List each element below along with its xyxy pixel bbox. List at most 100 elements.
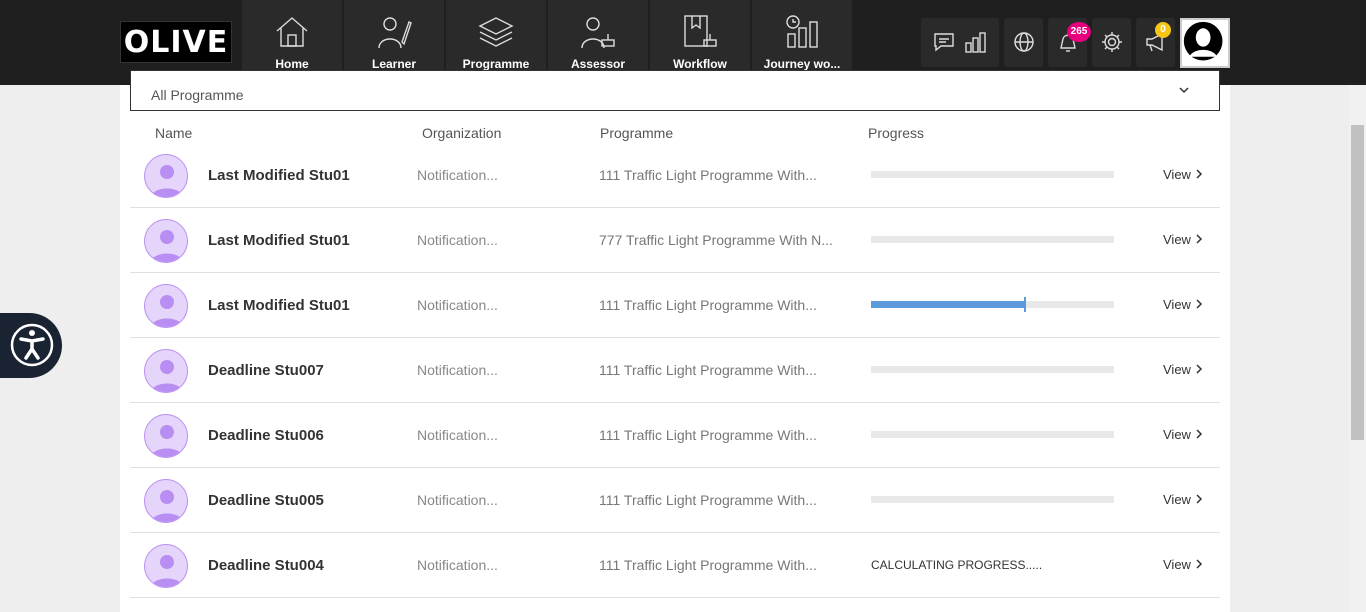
person-icon bbox=[150, 555, 184, 587]
nav-workflow-label: Workflow bbox=[673, 57, 727, 71]
learner-organization: Notification... bbox=[417, 362, 498, 378]
view-label: View bbox=[1163, 557, 1191, 572]
progress-bar bbox=[871, 496, 1114, 503]
chevron-right-icon bbox=[1196, 234, 1202, 244]
person-icon bbox=[150, 425, 184, 457]
view-button[interactable]: View bbox=[1163, 167, 1203, 182]
learner-name[interactable]: Last Modified Stu01 bbox=[208, 167, 350, 184]
nav-home-label: Home bbox=[275, 57, 309, 71]
view-label: View bbox=[1163, 297, 1191, 312]
learner-avatar bbox=[144, 219, 188, 263]
chevron-right-icon bbox=[1196, 559, 1202, 569]
learner-organization: Notification... bbox=[417, 232, 498, 248]
chevron-right-icon bbox=[1196, 364, 1202, 374]
learner-programme: 111 Traffic Light Programme With... bbox=[599, 167, 817, 183]
view-button[interactable]: View bbox=[1163, 492, 1203, 507]
progress-bar bbox=[871, 366, 1114, 373]
journey-icon bbox=[786, 15, 818, 48]
workflow-icon bbox=[684, 15, 717, 47]
learner-programme: 111 Traffic Light Programme With... bbox=[599, 297, 817, 313]
view-button[interactable]: View bbox=[1163, 232, 1203, 247]
column-header-progress: Progress bbox=[868, 125, 925, 141]
person-icon bbox=[150, 360, 184, 392]
chat-icon[interactable] bbox=[932, 30, 956, 54]
chevron-right-icon bbox=[1196, 494, 1202, 504]
column-header-organization: Organization bbox=[422, 125, 502, 141]
learner-avatar bbox=[144, 414, 188, 458]
settings-button[interactable] bbox=[1092, 18, 1131, 67]
learner-programme: 111 Traffic Light Programme With... bbox=[599, 362, 817, 378]
view-button[interactable]: View bbox=[1163, 427, 1203, 442]
view-label: View bbox=[1163, 427, 1191, 442]
accessibility-icon bbox=[10, 323, 54, 367]
learner-icon bbox=[378, 17, 412, 49]
globe-icon bbox=[1014, 32, 1034, 52]
learner-programme: 111 Traffic Light Programme With... bbox=[599, 427, 817, 443]
table-row[interactable]: Deadline Stu004 Notification... 111 Traf… bbox=[130, 533, 1220, 598]
view-button[interactable]: View bbox=[1163, 297, 1203, 312]
nav-programme-label: Programme bbox=[462, 57, 530, 71]
learner-organization: Notification... bbox=[417, 297, 498, 313]
view-label: View bbox=[1163, 492, 1191, 507]
column-header-name: Name bbox=[155, 125, 193, 141]
learner-avatar bbox=[144, 154, 188, 198]
person-icon bbox=[150, 165, 184, 197]
view-label: View bbox=[1163, 232, 1191, 247]
learner-programme: 111 Traffic Light Programme With... bbox=[599, 557, 817, 573]
programme-filter-dropdown[interactable]: All Programme bbox=[130, 70, 1220, 111]
nav-assessor-label: Assessor bbox=[570, 57, 626, 71]
learner-organization: Notification... bbox=[417, 557, 498, 573]
notifications-button[interactable]: 265 bbox=[1048, 18, 1091, 67]
learner-avatar bbox=[144, 544, 188, 588]
learner-programme: 777 Traffic Light Programme With N... bbox=[599, 232, 833, 248]
table-row[interactable]: Deadline Stu007 Notification... 111 Traf… bbox=[130, 338, 1220, 403]
learner-name[interactable]: Deadline Stu006 bbox=[208, 427, 324, 444]
progress-marker bbox=[1024, 297, 1026, 312]
notifications-badge: 265 bbox=[1067, 22, 1091, 42]
table-row[interactable]: Last Modified Stu01 Notification... 111 … bbox=[130, 273, 1220, 338]
gear-icon bbox=[1102, 32, 1122, 52]
view-label: View bbox=[1163, 362, 1191, 377]
learner-name[interactable]: Deadline Stu007 bbox=[208, 362, 324, 379]
chevron-right-icon bbox=[1196, 299, 1202, 309]
chevron-right-icon bbox=[1196, 169, 1202, 179]
learner-avatar bbox=[144, 479, 188, 523]
learner-name[interactable]: Last Modified Stu01 bbox=[208, 232, 350, 249]
progress-bar bbox=[871, 297, 1114, 312]
person-icon bbox=[150, 295, 184, 327]
learner-avatar bbox=[144, 349, 188, 393]
announcements-button[interactable]: 0 bbox=[1136, 18, 1175, 67]
chevron-right-icon bbox=[1196, 429, 1202, 439]
nav-learner-label: Learner bbox=[371, 57, 417, 71]
bar-chart-icon[interactable] bbox=[963, 30, 987, 54]
learner-name[interactable]: Deadline Stu004 bbox=[208, 557, 324, 574]
learner-organization: Notification... bbox=[417, 492, 498, 508]
table-row[interactable]: Deadline Stu005 Notification... 111 Traf… bbox=[130, 468, 1220, 533]
accessibility-button[interactable] bbox=[0, 313, 62, 378]
programme-icon bbox=[478, 17, 514, 47]
table-row[interactable]: Deadline Stu006 Notification... 111 Traf… bbox=[130, 403, 1220, 468]
table-row[interactable]: Last Modified Stu01 Notification... 111 … bbox=[130, 143, 1220, 208]
table-row[interactable]: Last Modified Stu01 Notification... 777 … bbox=[130, 208, 1220, 273]
user-avatar[interactable] bbox=[1180, 18, 1230, 68]
view-label: View bbox=[1163, 167, 1191, 182]
olive-logo[interactable]: OLIVE bbox=[120, 21, 232, 63]
scrollbar-thumb[interactable] bbox=[1351, 125, 1364, 440]
view-button[interactable]: View bbox=[1163, 557, 1203, 572]
learner-avatar bbox=[144, 284, 188, 328]
progress-bar bbox=[871, 431, 1114, 438]
progress-bar bbox=[871, 236, 1114, 243]
language-button[interactable] bbox=[1004, 18, 1043, 67]
nav-journey-label: Journey wo... bbox=[763, 57, 841, 71]
learner-name[interactable]: Deadline Stu005 bbox=[208, 492, 324, 509]
progress-bar bbox=[871, 171, 1114, 178]
home-icon bbox=[276, 17, 308, 47]
learner-name[interactable]: Last Modified Stu01 bbox=[208, 297, 350, 314]
progress-status-text: CALCULATING PROGRESS..... bbox=[871, 558, 1043, 572]
user-silhouette-icon bbox=[1183, 21, 1223, 61]
chevron-down-icon bbox=[1179, 87, 1189, 94]
progress-fill bbox=[871, 301, 1024, 308]
view-button[interactable]: View bbox=[1163, 362, 1203, 377]
messages-reports-group bbox=[921, 18, 999, 67]
learner-programme: 111 Traffic Light Programme With... bbox=[599, 492, 817, 508]
